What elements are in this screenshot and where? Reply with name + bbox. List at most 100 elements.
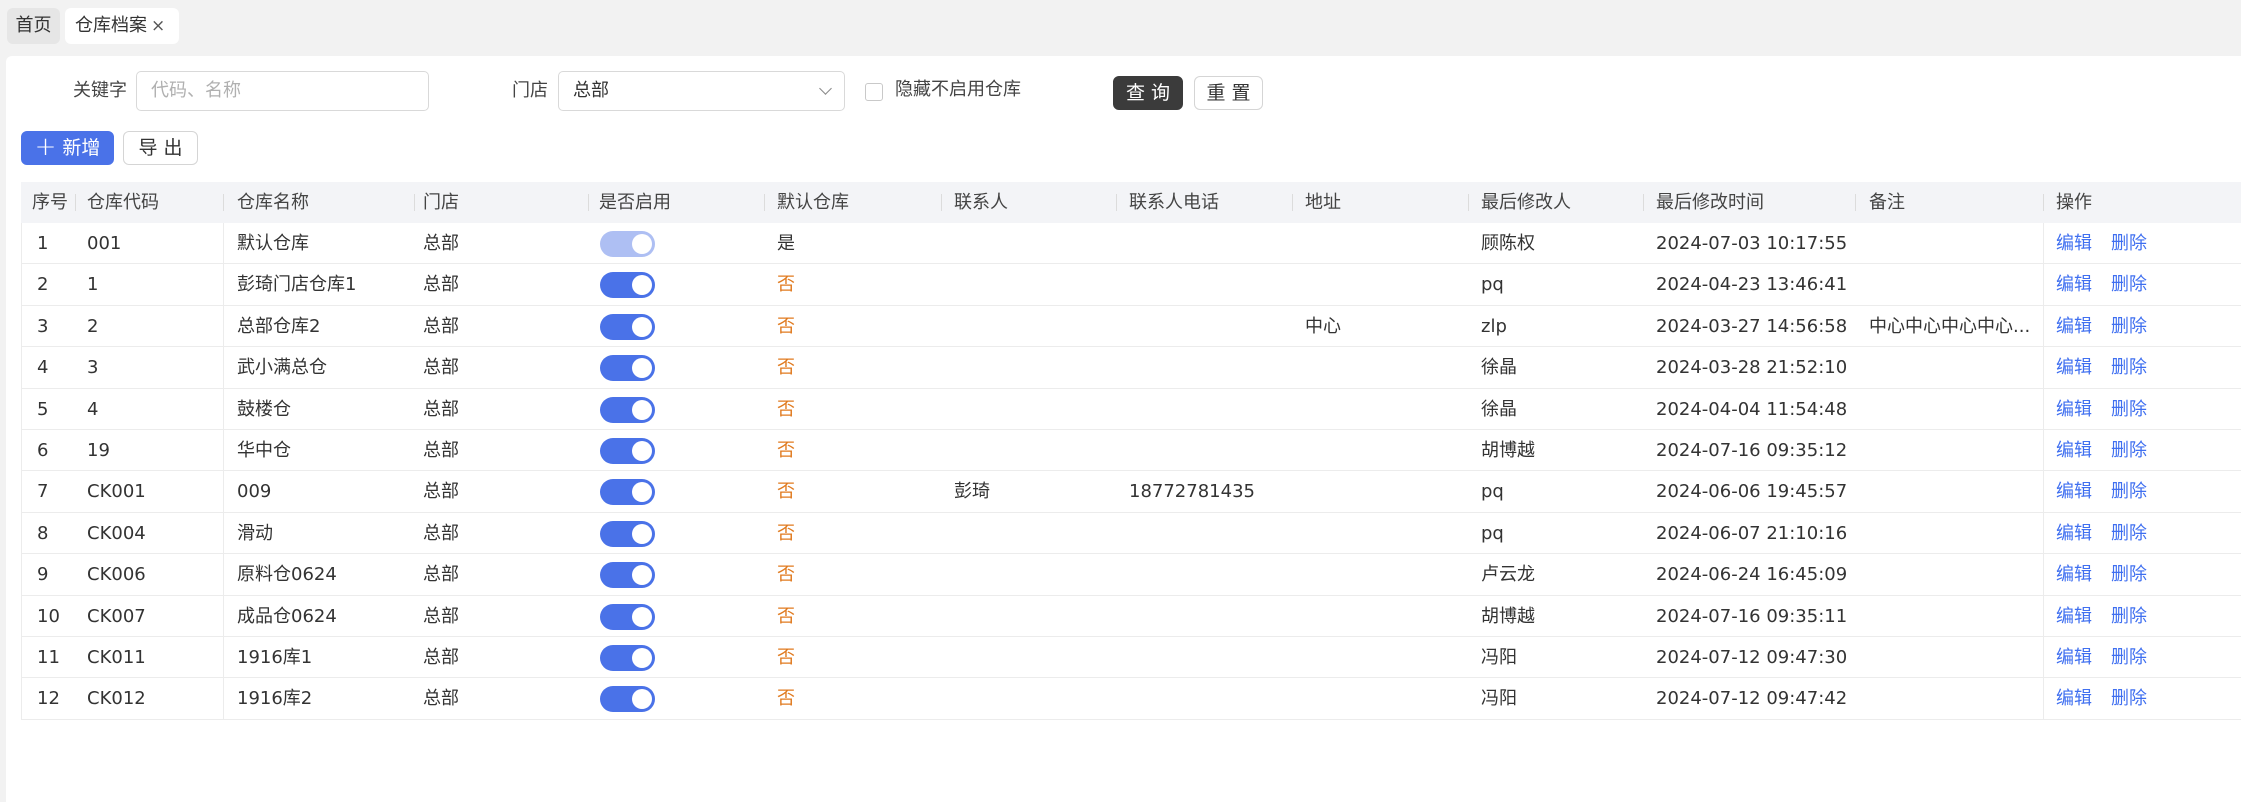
edit-link[interactable]: 编辑 <box>2056 306 2092 347</box>
delete-link[interactable]: 删除 <box>2111 347 2147 388</box>
cell-name: 成品仓0624 <box>237 605 337 627</box>
cell-default: 否 <box>777 481 795 503</box>
tab-warehouse-archive[interactable]: 仓库档案 × <box>65 8 179 44</box>
store-label: 门店 <box>512 80 548 101</box>
table-row[interactable]: 3 2 总部仓库2 总部 否 中心 zlp 2024-03-27 14:56:58 中心中心中心… <box>21 306 2241 348</box>
table-row[interactable]: 9 CK006 原料仓0624 总部 否 卢云龙 2024-06-24 16:45:09 编辑… <box>21 554 2241 596</box>
enabled-toggle[interactable] <box>600 355 655 382</box>
close-icon[interactable]: × <box>151 8 165 44</box>
edit-link[interactable]: 编辑 <box>2056 430 2092 471</box>
column-header: 最后修改人 <box>1481 192 1571 213</box>
table-row[interactable]: 10 CK007 成品仓0624 总部 否 胡博越 2024-07-16 09:35:11 编… <box>21 596 2241 637</box>
edit-link[interactable]: 编辑 <box>2056 513 2092 554</box>
column-separator <box>1855 194 1856 211</box>
delete-link[interactable]: 删除 <box>2111 513 2147 554</box>
delete-link[interactable]: 删除 <box>2111 306 2147 347</box>
cell-modifier: 冯阳 <box>1481 688 1517 710</box>
cell-name: 总部仓库2 <box>237 315 321 337</box>
edit-link[interactable]: 编辑 <box>2056 596 2092 637</box>
enabled-toggle[interactable] <box>600 686 655 713</box>
table-row[interactable]: 8 CK004 滑动 总部 否 pq 2024-06-07 21:10:16 编辑 删除 <box>21 513 2241 555</box>
cell-name: 默认仓库 <box>237 233 309 254</box>
cell-idx: 7 <box>37 481 49 503</box>
cell-modified: 2024-07-16 09:35:12 <box>1656 439 1848 461</box>
cell-modified: 2024-03-28 21:52:10 <box>1656 357 1848 379</box>
cell-store: 总部 <box>423 439 459 461</box>
cell-modified: 2024-07-12 09:47:30 <box>1656 646 1848 668</box>
cell-name: 彭琦门店仓库1 <box>237 274 357 296</box>
table-row[interactable]: 7 CK001 009 总部 否 彭琦 18772781435 pq 2024-06-06 19… <box>21 471 2241 513</box>
enabled-toggle[interactable] <box>600 437 655 464</box>
enabled-toggle[interactable] <box>600 272 655 299</box>
delete-link[interactable]: 删除 <box>2111 637 2147 678</box>
edit-link[interactable]: 编辑 <box>2056 389 2092 430</box>
column-header: 序号 <box>32 192 68 213</box>
cell-name: 1916库2 <box>237 688 313 710</box>
cell-name: 原料仓0624 <box>237 564 337 586</box>
table-row[interactable]: 12 CK012 1916库2 总部 否 冯阳 2024-07-12 09:47:42 编辑删… <box>21 678 2241 720</box>
delete-link[interactable]: 删除 <box>2111 596 2147 637</box>
enabled-toggle[interactable] <box>600 644 655 671</box>
cell-store: 总部 <box>423 274 459 296</box>
tab-label: 仓库档案 <box>75 15 147 36</box>
toggle-knob <box>632 606 652 627</box>
add-button[interactable]: + 新增 <box>21 131 114 165</box>
edit-link[interactable]: 编辑 <box>2056 347 2092 388</box>
enabled-toggle[interactable] <box>600 603 655 630</box>
enabled-toggle[interactable] <box>600 520 655 547</box>
cell-modifier: 徐晶 <box>1481 398 1517 420</box>
column-separator <box>588 194 589 211</box>
cell-modified: 2024-07-12 09:47:42 <box>1656 688 1848 710</box>
toggle-knob <box>632 399 652 420</box>
query-button[interactable]: 查 询 <box>1113 76 1183 110</box>
column-header: 仓库代码 <box>87 192 159 213</box>
column-header: 默认仓库 <box>777 192 849 213</box>
enabled-toggle[interactable] <box>600 562 655 589</box>
column-separator <box>1643 194 1644 211</box>
cell-phone: 18772781435 <box>1129 481 1255 503</box>
delete-link[interactable]: 删除 <box>2111 471 2147 512</box>
delete-link[interactable]: 删除 <box>2111 678 2147 719</box>
keyword-input[interactable]: 代码、名称 <box>136 71 429 111</box>
cell-idx: 5 <box>37 398 49 420</box>
hide-disabled-checkbox[interactable] <box>865 83 883 101</box>
table-row[interactable]: 4 3 武小满总仓 总部 否 徐晶 2024-03-28 21:52:10 编辑 删除 <box>21 347 2241 389</box>
cell-modified: 2024-06-07 21:10:16 <box>1656 522 1848 544</box>
cell-default: 是 <box>777 233 795 254</box>
cell-modified: 2024-06-06 19:45:57 <box>1656 481 1848 503</box>
delete-link[interactable]: 删除 <box>2111 389 2147 430</box>
cell-store: 总部 <box>423 357 459 379</box>
enabled-toggle[interactable] <box>600 479 655 506</box>
table-row[interactable]: 2 1 彭琦门店仓库1 总部 否 pq 2024-04-23 13:46:41 编辑 删除 <box>21 264 2241 306</box>
cell-default: 否 <box>777 398 795 420</box>
toggle-knob <box>632 647 652 668</box>
edit-link[interactable]: 编辑 <box>2056 264 2092 305</box>
reset-button[interactable]: 重 置 <box>1194 76 1263 110</box>
delete-link[interactable]: 删除 <box>2111 264 2147 305</box>
delete-link[interactable]: 删除 <box>2111 554 2147 595</box>
delete-link[interactable]: 删除 <box>2111 430 2147 471</box>
export-button[interactable]: 导 出 <box>123 131 198 165</box>
edit-link[interactable]: 编辑 <box>2056 223 2092 264</box>
cell-modifier: pq <box>1481 481 1504 503</box>
edit-link[interactable]: 编辑 <box>2056 554 2092 595</box>
tab-home[interactable]: 首页 <box>7 8 60 44</box>
cell-default: 否 <box>777 688 795 710</box>
table-row[interactable]: 11 CK011 1916库1 总部 否 冯阳 2024-07-12 09:47:30 编辑删… <box>21 637 2241 679</box>
cell-code: CK006 <box>87 564 146 586</box>
toggle-knob <box>632 275 652 296</box>
edit-link[interactable]: 编辑 <box>2056 637 2092 678</box>
store-select[interactable]: 总部 <box>558 71 845 111</box>
table-row[interactable]: 1 001 默认仓库 总部 是 顾陈权 2024-07-03 10:17:55 编辑 删除 <box>21 223 2241 265</box>
add-button-label: 新增 <box>62 137 101 159</box>
enabled-toggle[interactable] <box>600 396 655 423</box>
cell-store: 总部 <box>423 522 459 544</box>
table-row[interactable]: 6 19 华中仓 总部 否 胡博越 2024-07-16 09:35:12 编辑 删除 <box>21 430 2241 472</box>
edit-link[interactable]: 编辑 <box>2056 471 2092 512</box>
table-row[interactable]: 5 4 鼓楼仓 总部 否 徐晶 2024-04-04 11:54:48 编辑 删除 <box>21 389 2241 430</box>
store-select-value: 总部 <box>573 80 609 101</box>
enabled-toggle[interactable] <box>600 313 655 340</box>
toggle-knob <box>632 565 652 586</box>
edit-link[interactable]: 编辑 <box>2056 678 2092 719</box>
delete-link[interactable]: 删除 <box>2111 223 2147 264</box>
